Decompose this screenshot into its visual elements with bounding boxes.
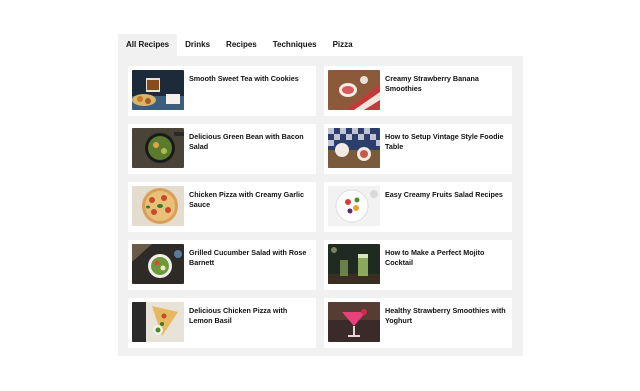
post-card[interactable]: Chicken Pizza with Creamy Garlic Sauce (128, 182, 316, 232)
tab-drinks[interactable]: Drinks (177, 34, 218, 56)
post-card[interactable]: Grilled Cucumber Salad with Rose Barnett (128, 240, 316, 290)
tab-techniques[interactable]: Techniques (265, 34, 325, 56)
pink-cocktail-image[interactable] (328, 302, 380, 342)
tab-pizza[interactable]: Pizza (325, 34, 361, 56)
post-card[interactable]: Delicious Green Bean with Bacon Salad (128, 124, 316, 174)
cucumber-salad-image[interactable] (132, 244, 184, 284)
post-card[interactable]: How to Setup Vintage Style Foodie Table (324, 124, 512, 174)
post-title[interactable]: Chicken Pizza with Creamy Garlic Sauce (189, 190, 312, 209)
post-card[interactable]: Healthy Strawberry Smoothies with Yoghur… (324, 298, 512, 348)
green-bean-pan-image[interactable] (132, 128, 184, 168)
post-title[interactable]: Grilled Cucumber Salad with Rose Barnett (189, 248, 312, 267)
recipe-tabs-widget: All Recipes Drinks Recipes Techniques Pi… (118, 34, 523, 356)
post-title[interactable]: Delicious Chicken Pizza with Lemon Basil (189, 306, 312, 325)
post-title[interactable]: How to Make a Perfect Mojito Cocktail (385, 248, 508, 267)
post-title[interactable]: Healthy Strawberry Smoothies with Yoghur… (385, 306, 508, 325)
post-card[interactable]: How to Make a Perfect Mojito Cocktail (324, 240, 512, 290)
mojito-image[interactable] (328, 244, 380, 284)
post-title[interactable]: How to Setup Vintage Style Foodie Table (385, 132, 508, 151)
post-title[interactable]: Delicious Green Bean with Bacon Salad (189, 132, 312, 151)
post-card[interactable]: Easy Creamy Fruits Salad Recipes (324, 182, 512, 232)
post-card[interactable]: Delicious Chicken Pizza with Lemon Basil (128, 298, 316, 348)
category-tabs: All Recipes Drinks Recipes Techniques Pi… (118, 34, 523, 56)
post-title[interactable]: Smooth Sweet Tea with Cookies (189, 74, 299, 84)
tab-all-recipes[interactable]: All Recipes (118, 34, 178, 56)
foodie-table-image[interactable] (328, 128, 380, 168)
pizza-slice-image[interactable] (132, 302, 184, 342)
chicken-pizza-image[interactable] (132, 186, 184, 226)
tab-recipes[interactable]: Recipes (218, 34, 265, 56)
post-title[interactable]: Easy Creamy Fruits Salad Recipes (385, 190, 503, 200)
fruit-salad-image[interactable] (328, 186, 380, 226)
post-card[interactable]: Creamy Strawberry Banana Smoothies (324, 66, 512, 116)
post-title[interactable]: Creamy Strawberry Banana Smoothies (385, 74, 508, 93)
posts-grid: Smooth Sweet Tea with Cookies Creamy Str… (118, 56, 523, 356)
strawberry-table-image[interactable] (328, 70, 380, 110)
post-card[interactable]: Smooth Sweet Tea with Cookies (128, 66, 316, 116)
tea-cookies-image[interactable] (132, 70, 184, 110)
